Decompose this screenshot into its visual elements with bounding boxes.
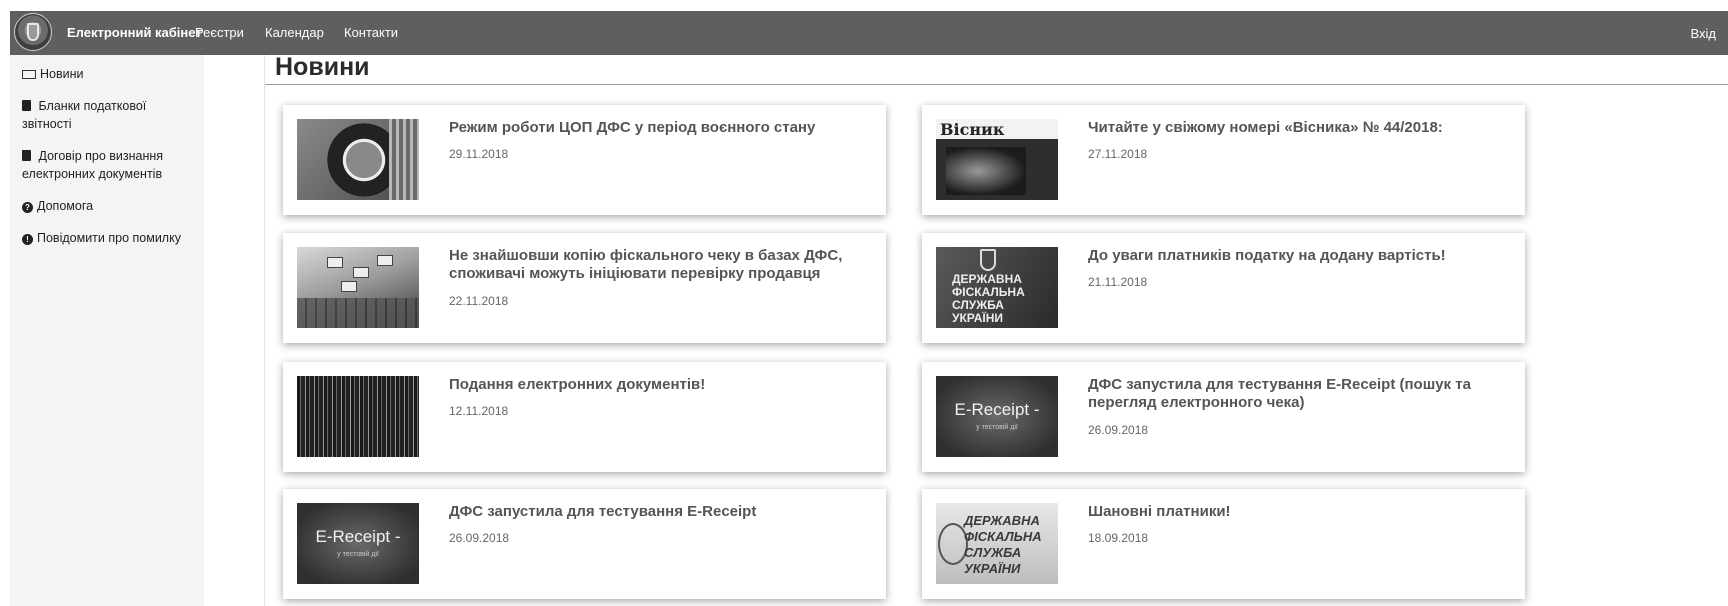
- sidebar-item-news[interactable]: Новини: [22, 65, 197, 83]
- thumb-subcaption: у тестовій дії: [976, 424, 1018, 431]
- brand-link[interactable]: Електронний кабінет: [67, 25, 202, 40]
- news-title[interactable]: ДФС запустила для тестування E-Receipt (…: [1088, 376, 1508, 412]
- news-thumbnail[interactable]: [297, 247, 419, 328]
- sidebar-item-report-forms[interactable]: Бланки податкової звітності: [22, 97, 197, 133]
- news-card[interactable]: E-Receipt - у тестовій дії ДФС запустила…: [922, 362, 1525, 472]
- title-divider: [265, 84, 1728, 85]
- news-card[interactable]: E-Receipt - у тестовій дії ДФС запустила…: [283, 489, 886, 599]
- page-title: Новини: [275, 53, 370, 81]
- sidebar-item-label: Допомога: [37, 199, 94, 213]
- login-link[interactable]: Вхід: [1691, 26, 1717, 41]
- top-navbar: Електронний кабінет Реєстри Календар Кон…: [10, 11, 1728, 55]
- news-title[interactable]: До уваги платників податку на додану вар…: [1088, 247, 1508, 265]
- news-card[interactable]: Подання електронних документів! 12.11.20…: [283, 362, 886, 472]
- book-icon: [22, 100, 31, 111]
- sidebar-item-label: Повідомити про помилку: [37, 231, 181, 245]
- window-frame: [0, 0, 10, 606]
- thumb-subcaption: у тестовій дії: [337, 551, 379, 558]
- newspaper-icon: [22, 70, 36, 79]
- news-thumbnail[interactable]: ДЕРЖАВНА ФІСКАЛЬНА СЛУЖБА УКРАЇНИ: [936, 247, 1058, 328]
- question-circle-icon: ?: [22, 202, 33, 213]
- exclamation-circle-icon: !: [22, 234, 33, 245]
- news-title[interactable]: Не знайшовши копію фіскального чеку в ба…: [449, 247, 869, 283]
- news-title[interactable]: Подання електронних документів!: [449, 376, 869, 394]
- news-card[interactable]: ДЕРЖАВНА ФІСКАЛЬНА СЛУЖБА УКРАЇНИ До ува…: [922, 233, 1525, 343]
- content-divider: [264, 55, 265, 606]
- thumb-caption: E-Receipt -: [315, 527, 401, 546]
- news-date: 21.11.2018: [1088, 275, 1148, 289]
- sidebar-item-label: Договір про визнання електронних докумен…: [22, 149, 164, 181]
- sidebar-item-edoc-agreement[interactable]: Договір про визнання електронних докумен…: [22, 147, 197, 183]
- news-title[interactable]: Режим роботи ЦОП ДФС у період воєнного с…: [449, 119, 869, 137]
- sidebar-item-label: Новини: [40, 67, 84, 81]
- news-card[interactable]: Режим роботи ЦОП ДФС у період воєнного с…: [283, 105, 886, 215]
- news-card[interactable]: ДЕРЖАВНА ФІСКАЛЬНА СЛУЖБА УКРАЇНИ Шановн…: [922, 489, 1525, 599]
- dfs-logo-icon[interactable]: [14, 13, 52, 51]
- news-date: 29.11.2018: [449, 147, 509, 161]
- news-thumbnail[interactable]: E-Receipt - у тестовій дії: [297, 503, 419, 584]
- thumb-caption: ДЕРЖАВНА ФІСКАЛЬНА СЛУЖБА УКРАЇНИ: [952, 272, 1025, 325]
- news-date: 18.09.2018: [1088, 531, 1149, 545]
- nav-registries[interactable]: Реєстри: [195, 25, 244, 40]
- news-card[interactable]: Вісник Читайте у свіжому номері «Вісника…: [922, 105, 1525, 215]
- sidebar-item-help[interactable]: ? Допомога: [22, 197, 197, 215]
- news-thumbnail[interactable]: Вісник: [936, 119, 1058, 200]
- sidebar-item-report-error[interactable]: ! Повідомити про помилку: [22, 229, 197, 247]
- news-date: 26.09.2018: [1088, 423, 1149, 437]
- news-title[interactable]: Читайте у свіжому номері «Вісника» № 44/…: [1088, 119, 1508, 137]
- news-title[interactable]: Шановні платники!: [1088, 503, 1508, 521]
- news-thumbnail[interactable]: [297, 119, 419, 200]
- news-date: 12.11.2018: [449, 404, 509, 418]
- sidebar: Новини Бланки податкової звітності Догов…: [10, 55, 204, 606]
- news-thumbnail[interactable]: [297, 376, 419, 457]
- news-date: 22.11.2018: [449, 294, 509, 308]
- nav-contacts[interactable]: Контакти: [344, 25, 398, 40]
- news-thumbnail[interactable]: ДЕРЖАВНА ФІСКАЛЬНА СЛУЖБА УКРАЇНИ: [936, 503, 1058, 584]
- news-title[interactable]: ДФС запустила для тестування E-Receipt: [449, 503, 869, 521]
- thumb-caption: E-Receipt -: [954, 400, 1040, 419]
- news-date: 26.09.2018: [449, 531, 510, 545]
- nav-calendar[interactable]: Календар: [265, 25, 324, 40]
- book-icon: [22, 150, 31, 161]
- news-date: 27.11.2018: [1088, 147, 1148, 161]
- news-card[interactable]: Не знайшовши копію фіскального чеку в ба…: [283, 233, 886, 343]
- thumb-masthead: Вісник: [940, 120, 1005, 139]
- news-thumbnail[interactable]: E-Receipt - у тестовій дії: [936, 376, 1058, 457]
- thumb-caption: ДЕРЖАВНА ФІСКАЛЬНА СЛУЖБА УКРАЇНИ: [964, 513, 1042, 576]
- sidebar-item-label: Бланки податкової звітності: [22, 99, 147, 131]
